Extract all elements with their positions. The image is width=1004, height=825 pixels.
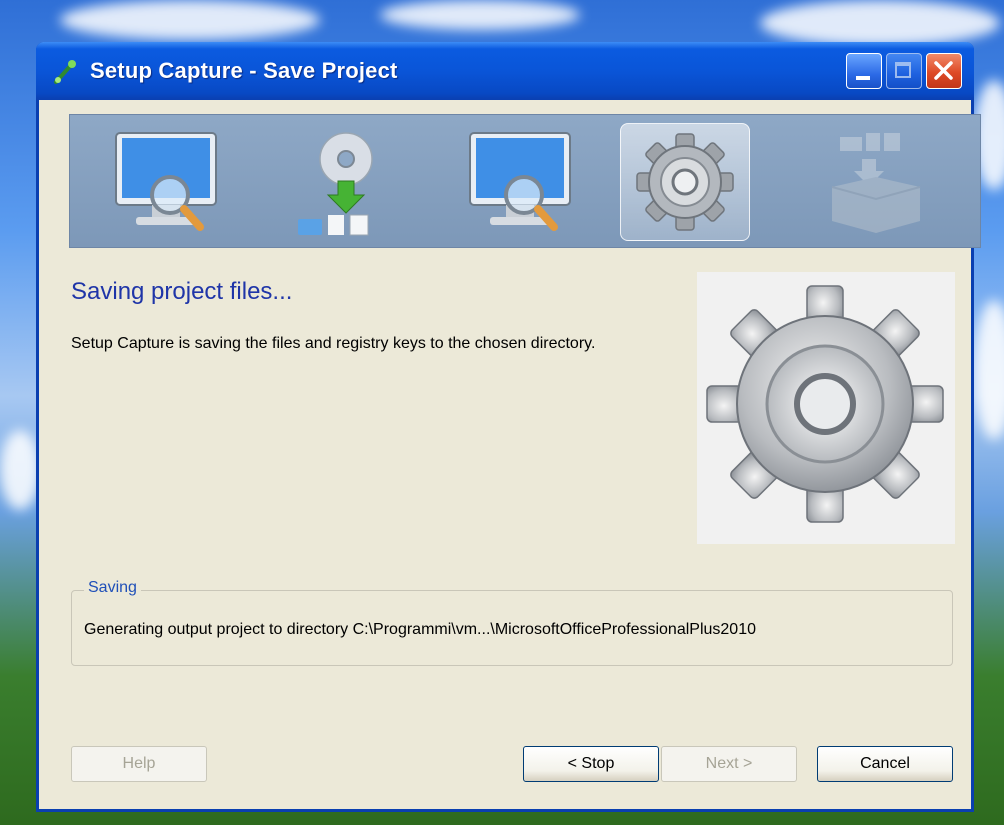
step-build-package [812,123,942,241]
cd-download-icon [298,132,373,236]
saving-groupbox: Saving Generating output project to dire… [71,579,953,666]
maximize-button[interactable] [886,53,922,89]
monitor-search-icon [115,132,217,231]
monitor-search-icon [469,132,571,231]
page-description: Setup Capture is saving the files and re… [71,335,596,352]
setup-capture-window: Setup Capture - Save Project Saving proj… [36,42,981,812]
maximize-icon [895,62,911,78]
app-wand-icon [54,60,76,84]
next-button[interactable]: Next > [661,746,797,782]
stop-button[interactable]: < Stop [523,746,659,782]
minimize-icon [856,76,870,80]
gear-icon [706,285,944,523]
step-capture-postscan [456,123,586,241]
cancel-button[interactable]: Cancel [817,746,953,782]
box-files-icon [831,133,921,233]
step-save-project [620,123,750,241]
title-bar[interactable]: Setup Capture - Save Project [36,42,974,100]
step-capture-prescan [102,123,232,241]
saving-group-label: Saving [84,579,141,597]
saving-status-text: Generating output project to directory C… [84,621,756,638]
wizard-steps-banner [69,114,981,248]
page-title: Saving project files... [71,278,293,305]
help-button[interactable]: Help [71,746,207,782]
close-icon [934,61,953,80]
minimize-button[interactable] [846,53,882,89]
gear-illustration-panel [697,272,955,544]
step-install [278,123,408,241]
window-title: Setup Capture - Save Project [90,58,398,83]
gear-icon [636,133,734,231]
close-button[interactable] [926,53,962,89]
